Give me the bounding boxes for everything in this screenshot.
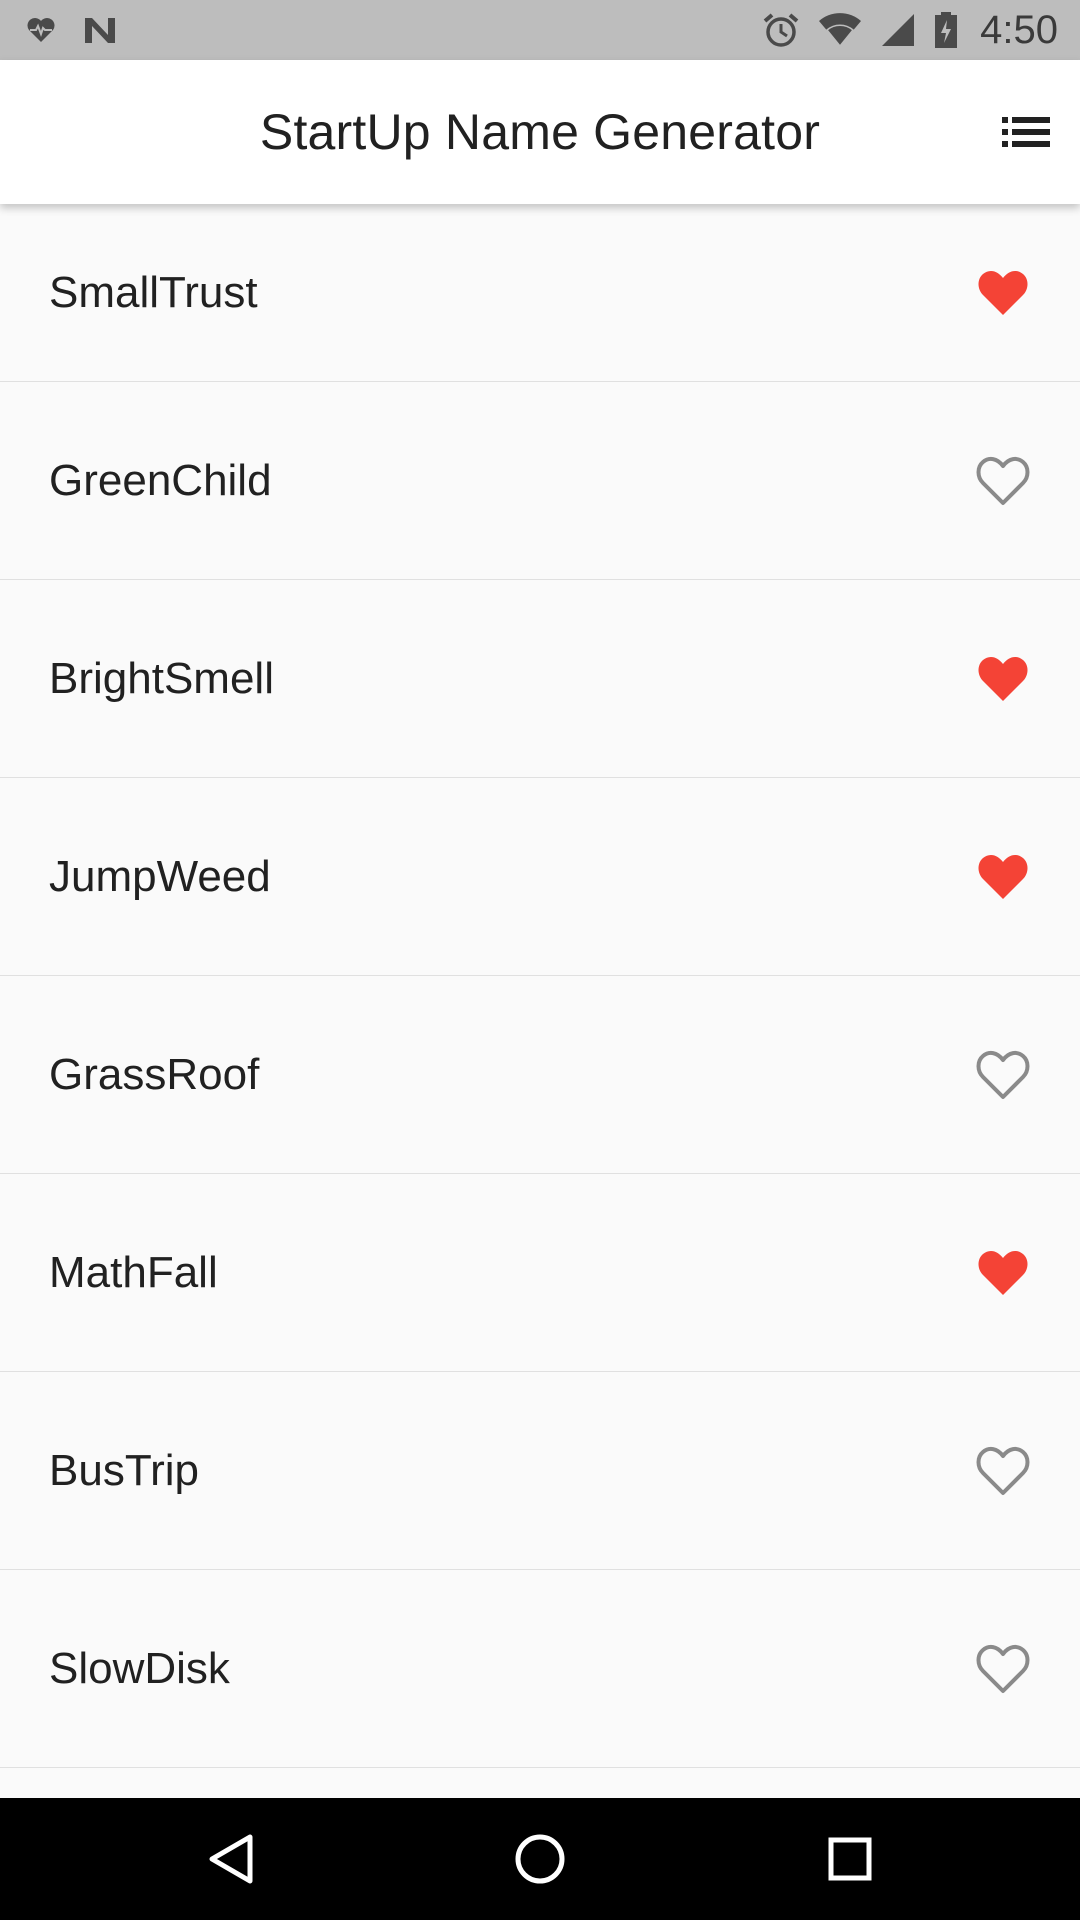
favorite-filled-icon[interactable] <box>976 268 1030 318</box>
favorite-filled-icon[interactable] <box>976 1248 1030 1298</box>
app-title: StartUp Name Generator <box>259 104 821 160</box>
list-item[interactable]: BusTrip <box>0 1372 1080 1570</box>
home-button[interactable] <box>480 1798 600 1920</box>
favorite-filled-icon[interactable] <box>976 654 1030 704</box>
navigation-bar <box>0 1798 1080 1920</box>
list-item-label: JumpWeed <box>49 851 271 901</box>
back-button[interactable] <box>171 1798 291 1920</box>
favorite-outline-icon[interactable] <box>976 1644 1030 1694</box>
list-item-label: BusTrip <box>49 1445 199 1495</box>
favorite-outline-icon[interactable] <box>976 456 1030 506</box>
list-item[interactable]: JumpWeed <box>0 778 1080 976</box>
list-item[interactable]: GrassRoof <box>0 976 1080 1174</box>
recents-button[interactable] <box>790 1798 910 1920</box>
clock-text: 4:50 <box>980 7 1058 52</box>
status-bar: 4:50 <box>0 0 1080 60</box>
favorite-filled-icon[interactable] <box>976 852 1030 902</box>
battery-icon <box>934 11 958 49</box>
n-icon <box>82 15 118 45</box>
list-item-label: GreenChild <box>49 455 272 505</box>
list-item-label: SmallTrust <box>49 267 258 317</box>
list-item[interactable]: SmallTrust <box>0 204 1080 382</box>
recents-icon <box>828 1837 872 1881</box>
list-item-label: SlowDisk <box>49 1643 230 1693</box>
signal-icon <box>880 13 916 47</box>
alarm-icon <box>762 12 800 48</box>
saved-list-button[interactable] <box>990 96 1062 168</box>
list-item[interactable]: BrightSmell <box>0 580 1080 778</box>
list-item-label: MathFall <box>49 1247 218 1297</box>
list-item[interactable]: MathFall <box>0 1174 1080 1372</box>
favorite-outline-icon[interactable] <box>976 1050 1030 1100</box>
health-icon <box>26 17 56 43</box>
list-item-label: BrightSmell <box>49 653 274 703</box>
list-item[interactable]: SlowDisk <box>0 1570 1080 1768</box>
favorite-outline-icon[interactable] <box>976 1446 1030 1496</box>
list-icon <box>1002 117 1050 147</box>
wifi-icon <box>818 13 862 47</box>
list-item[interactable]: GreenChild <box>0 382 1080 580</box>
list-item-label: GrassRoof <box>49 1049 260 1099</box>
startup-name-list: SmallTrust GreenChild BrightSmell JumpWeed G… <box>0 204 1080 1798</box>
home-icon <box>514 1833 566 1885</box>
back-icon <box>208 1833 254 1885</box>
app-screen: 4:50 StartUp Name Generator SmallTrust Gr… <box>0 0 1080 1920</box>
app-bar: StartUp Name Generator <box>0 60 1080 204</box>
